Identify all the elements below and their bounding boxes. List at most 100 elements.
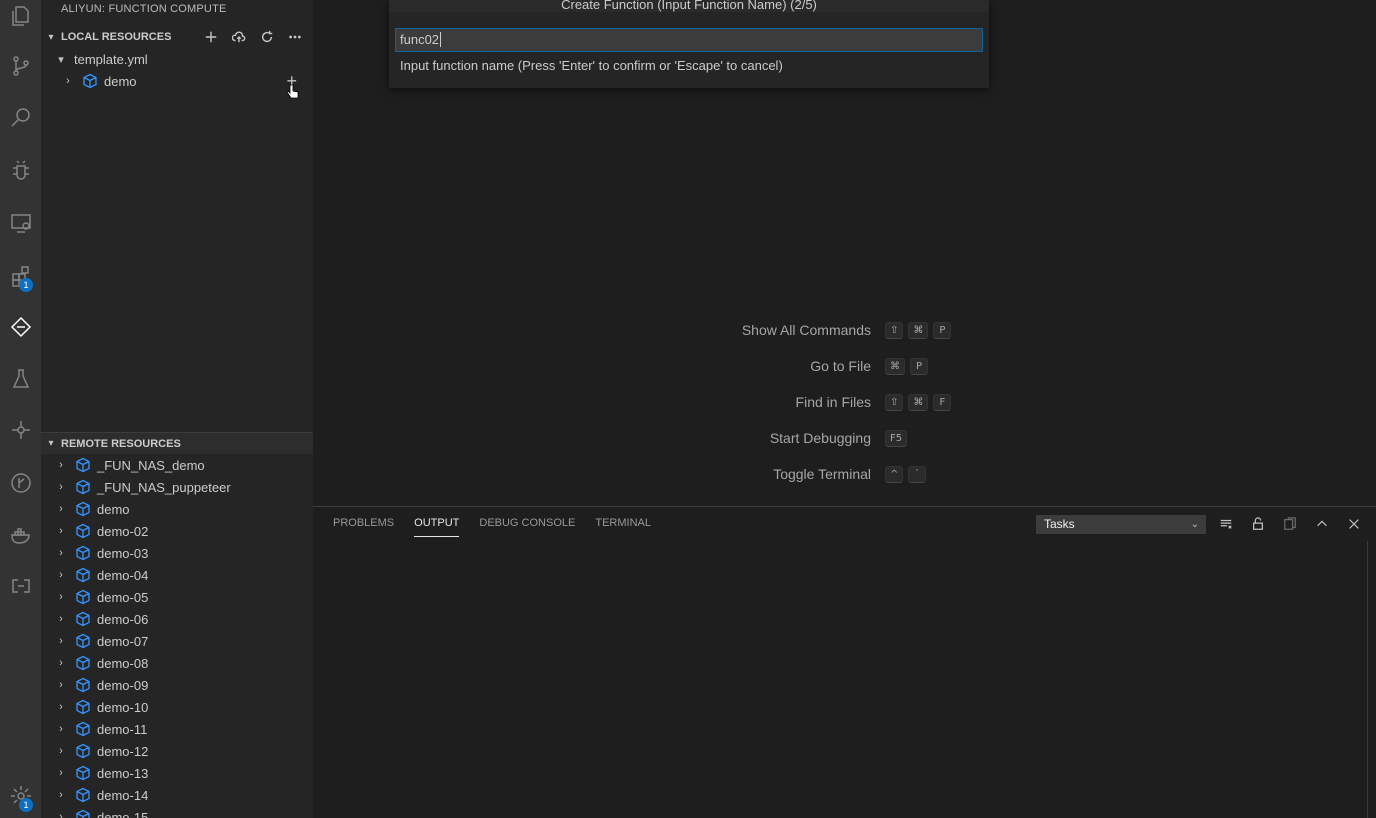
shortcut-label[interactable]: Toggle Terminal bbox=[773, 466, 871, 482]
keybinding-key: ` bbox=[908, 466, 927, 483]
remote-tree-item[interactable]: › demo-13 bbox=[41, 762, 313, 784]
aliyun-function-compute-icon[interactable] bbox=[0, 307, 41, 347]
panel-tabs: PROBLEMS OUTPUT DEBUG CONSOLE TERMINAL bbox=[333, 507, 651, 541]
chevron-right-icon: › bbox=[59, 503, 63, 515]
tree-item-label: demo-04 bbox=[97, 567, 149, 583]
keybinding-key: ⌘ bbox=[908, 394, 929, 411]
shortcut-hint: Find in Files ⇧ ⌘ F bbox=[313, 392, 1376, 414]
source-control-icon[interactable] bbox=[0, 46, 41, 86]
chevron-right-icon: › bbox=[59, 613, 63, 625]
remote-tree-item[interactable]: › demo-08 bbox=[41, 652, 313, 674]
keybinding-key: ⌘ bbox=[885, 358, 905, 375]
panel-scrollbar[interactable] bbox=[1367, 541, 1368, 818]
output-channel-select[interactable]: Tasks ⌄ bbox=[1036, 515, 1206, 534]
docker-icon[interactable] bbox=[0, 515, 41, 555]
remote-tree-item[interactable]: › demo bbox=[41, 498, 313, 520]
shortcut-label[interactable]: Go to File bbox=[810, 358, 871, 374]
aliyun-cloud-icon[interactable] bbox=[0, 566, 41, 606]
graph-icon[interactable] bbox=[0, 410, 41, 450]
service-cube-icon bbox=[75, 699, 91, 715]
vscode-window: 1 1 ALIYUN: FUNCTION COMPUTE ▾ LOCAL RES… bbox=[0, 0, 1376, 818]
tree-item-template-yml[interactable]: ▾ template.yml bbox=[41, 48, 313, 70]
remote-tree-item[interactable]: › demo-02 bbox=[41, 520, 313, 542]
shortcut-hint: Toggle Terminal ^ ` bbox=[313, 464, 1376, 486]
explorer-icon[interactable] bbox=[0, 0, 41, 36]
remote-tree-item[interactable]: › _FUN_NAS_demo bbox=[41, 454, 313, 476]
maximize-panel-icon[interactable] bbox=[1306, 513, 1338, 535]
chevron-right-icon: › bbox=[59, 811, 63, 818]
service-cube-icon bbox=[75, 589, 91, 605]
remote-explorer-icon[interactable] bbox=[0, 203, 41, 243]
editor-area: Create Function (Input Function Name) (2… bbox=[313, 0, 1376, 506]
shortcut-label[interactable]: Show All Commands bbox=[742, 322, 871, 338]
service-cube-icon bbox=[75, 501, 91, 517]
remote-tree-item[interactable]: › demo-06 bbox=[41, 608, 313, 630]
keybinding-key: P bbox=[933, 322, 952, 339]
remote-resources-title: REMOTE RESOURCES bbox=[61, 437, 181, 450]
tree-item-label: demo-14 bbox=[97, 787, 149, 803]
tree-item-label: demo-12 bbox=[97, 743, 149, 759]
remote-tree-item[interactable]: › demo-14 bbox=[41, 784, 313, 806]
remote-resources-header[interactable]: ▾ REMOTE RESOURCES bbox=[41, 432, 313, 454]
chevron-right-icon: › bbox=[59, 657, 63, 669]
remote-tree-item[interactable]: › demo-11 bbox=[41, 718, 313, 740]
shortcut-hint: Start Debugging F5 bbox=[313, 428, 1376, 450]
remote-tree-item[interactable]: › demo-04 bbox=[41, 564, 313, 586]
quick-input-dialog: Create Function (Input Function Name) (2… bbox=[389, 0, 989, 88]
remote-tree-item[interactable]: › demo-03 bbox=[41, 542, 313, 564]
service-cube-icon bbox=[75, 567, 91, 583]
testing-flask-icon[interactable] bbox=[0, 359, 41, 399]
open-log-file-icon[interactable] bbox=[1274, 513, 1306, 535]
tree-item-demo[interactable]: › demo + bbox=[41, 70, 313, 92]
tab-debug-console[interactable]: DEBUG CONSOLE bbox=[479, 507, 575, 541]
remote-tree-item[interactable]: › demo-12 bbox=[41, 740, 313, 762]
extensions-icon[interactable]: 1 bbox=[0, 256, 41, 296]
tab-terminal[interactable]: TERMINAL bbox=[595, 507, 651, 541]
refresh-icon[interactable] bbox=[253, 26, 281, 48]
remote-tree-item[interactable]: › demo-10 bbox=[41, 696, 313, 718]
remote-tree-item[interactable]: › _FUN_NAS_puppeteer bbox=[41, 476, 313, 498]
function-name-input[interactable]: func02 bbox=[395, 28, 983, 52]
gitlens-icon[interactable] bbox=[0, 463, 41, 503]
sidebar-title: ALIYUN: FUNCTION COMPUTE bbox=[61, 3, 227, 15]
tree-item-label: demo-10 bbox=[97, 699, 149, 715]
more-actions-icon[interactable] bbox=[281, 26, 309, 48]
tree-item-label: demo-02 bbox=[97, 523, 149, 539]
shortcut-label[interactable]: Find in Files bbox=[796, 394, 871, 410]
cloud-upload-icon[interactable] bbox=[225, 26, 253, 48]
chevron-down-icon: ▾ bbox=[58, 53, 64, 66]
settings-gear-icon[interactable]: 1 bbox=[0, 776, 41, 816]
chevron-right-icon: › bbox=[59, 745, 63, 757]
chevron-right-icon: › bbox=[59, 525, 63, 537]
remote-tree-item[interactable]: › demo-09 bbox=[41, 674, 313, 696]
remote-tree-item[interactable]: › demo-15 bbox=[41, 806, 313, 818]
local-resources-header[interactable]: ▾ LOCAL RESOURCES bbox=[41, 26, 313, 48]
tree-item-label: demo-15 bbox=[97, 809, 149, 818]
chevron-down-icon: ⌄ bbox=[1190, 519, 1199, 530]
remote-tree-item[interactable]: › demo-05 bbox=[41, 586, 313, 608]
remote-tree-item[interactable]: › demo-07 bbox=[41, 630, 313, 652]
sidebar: ALIYUN: FUNCTION COMPUTE ▾ LOCAL RESOURC… bbox=[41, 0, 313, 818]
tree-item-label: demo-05 bbox=[97, 589, 149, 605]
settings-badge: 1 bbox=[19, 798, 33, 812]
search-icon[interactable] bbox=[0, 98, 41, 138]
chevron-right-icon: › bbox=[59, 723, 63, 735]
tab-output[interactable]: OUTPUT bbox=[414, 507, 460, 537]
tree-item-label: _FUN_NAS_demo bbox=[97, 457, 205, 473]
tree-item-label: demo-07 bbox=[97, 633, 149, 649]
chevron-right-icon: › bbox=[59, 591, 63, 603]
clear-output-icon[interactable] bbox=[1210, 513, 1242, 535]
lock-scroll-icon[interactable] bbox=[1242, 513, 1274, 535]
service-cube-icon bbox=[75, 743, 91, 759]
close-panel-icon[interactable] bbox=[1338, 513, 1370, 535]
service-cube-icon bbox=[75, 677, 91, 693]
add-icon[interactable] bbox=[197, 26, 225, 48]
service-cube-icon bbox=[75, 523, 91, 539]
shortcut-label[interactable]: Start Debugging bbox=[770, 430, 871, 446]
keybinding-key: P bbox=[910, 358, 928, 375]
debug-icon[interactable] bbox=[0, 150, 41, 190]
tree-item-label: demo-08 bbox=[97, 655, 149, 671]
tab-problems[interactable]: PROBLEMS bbox=[333, 507, 394, 541]
input-value: func02 bbox=[400, 32, 440, 47]
chevron-right-icon: › bbox=[59, 459, 63, 471]
